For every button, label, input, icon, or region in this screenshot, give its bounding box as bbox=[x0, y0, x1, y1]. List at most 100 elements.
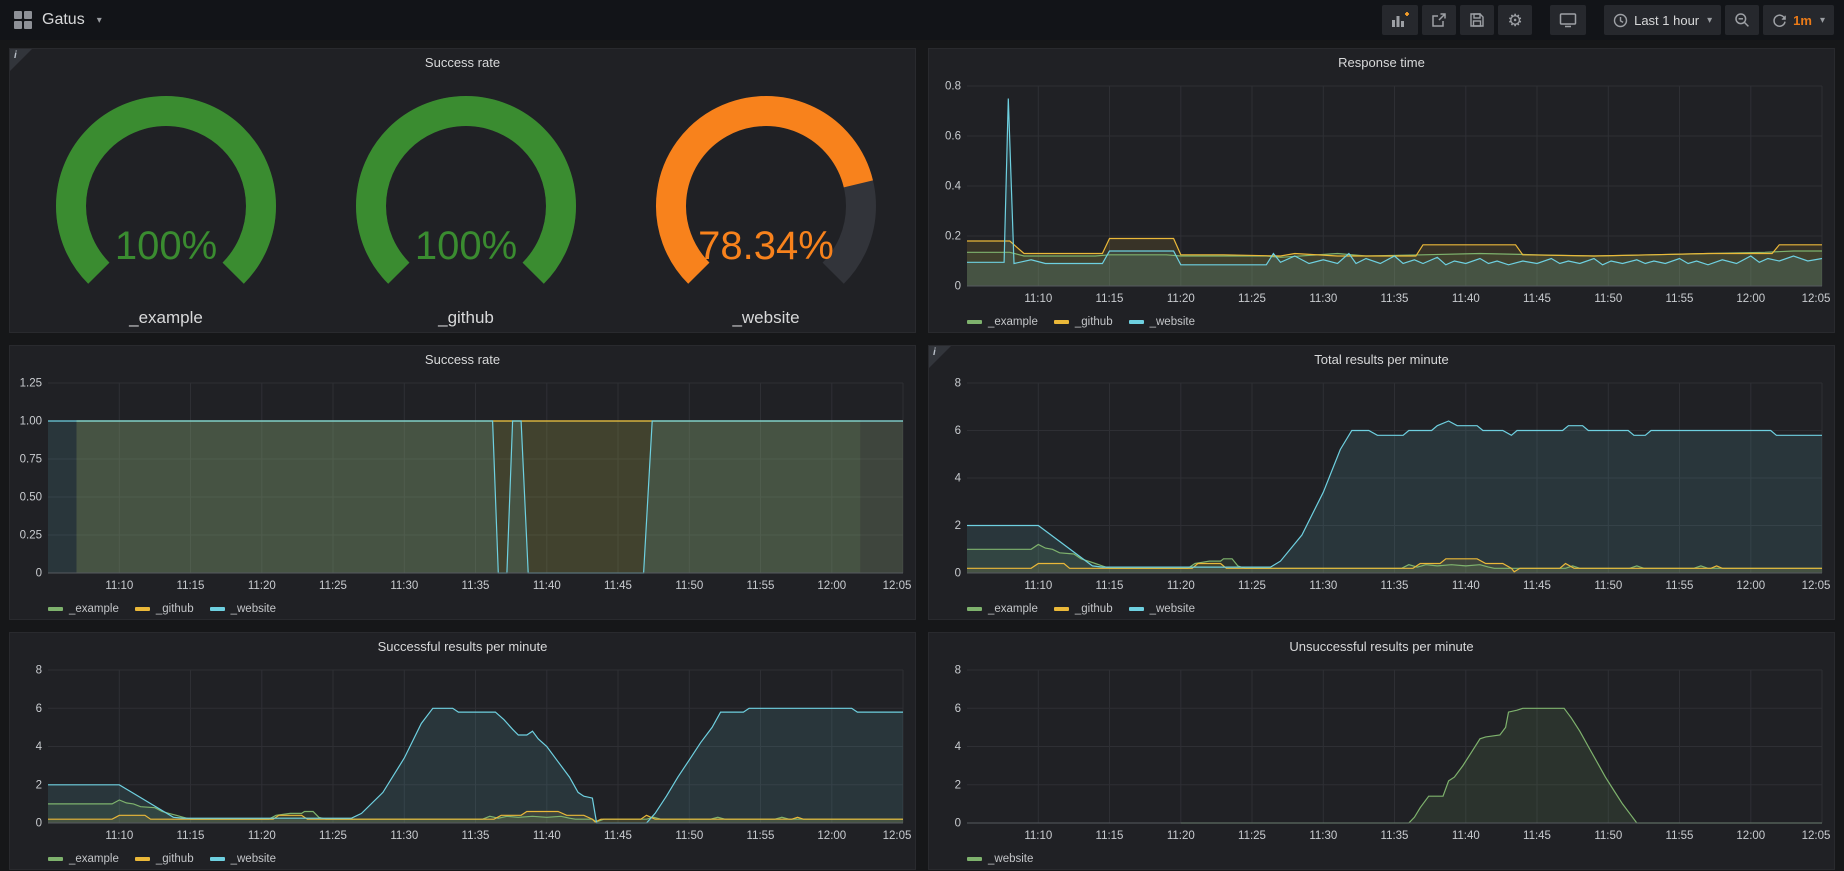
panel-title-text: Successful results per minute bbox=[378, 639, 548, 654]
chart-legend: _website bbox=[929, 845, 1834, 869]
legend-swatch bbox=[210, 857, 225, 861]
svg-text:11:45: 11:45 bbox=[604, 830, 632, 842]
gauge-label: _github bbox=[438, 308, 494, 328]
grid-square bbox=[14, 21, 22, 29]
panel-title[interactable]: Unsuccessful results per minute bbox=[929, 633, 1834, 660]
tv-mode-button[interactable] bbox=[1550, 5, 1586, 35]
svg-text:11:30: 11:30 bbox=[1309, 830, 1337, 842]
svg-text:4: 4 bbox=[36, 741, 43, 753]
svg-text:11:55: 11:55 bbox=[747, 830, 775, 842]
svg-text:11:55: 11:55 bbox=[1666, 293, 1694, 305]
clock-icon bbox=[1613, 13, 1628, 28]
svg-text:0.4: 0.4 bbox=[945, 181, 962, 193]
svg-text:11:40: 11:40 bbox=[1452, 293, 1480, 305]
legend-label: _github bbox=[1075, 316, 1113, 328]
svg-text:11:55: 11:55 bbox=[1666, 830, 1694, 842]
svg-text:12:00: 12:00 bbox=[1736, 830, 1765, 842]
save-button[interactable] bbox=[1460, 5, 1494, 35]
svg-text:11:55: 11:55 bbox=[747, 580, 775, 592]
apps-grid-icon[interactable] bbox=[14, 11, 32, 29]
legend-item-_example[interactable]: _example bbox=[48, 853, 119, 865]
svg-text:12:00: 12:00 bbox=[1736, 293, 1765, 305]
svg-text:11:25: 11:25 bbox=[1238, 293, 1266, 305]
legend-item-_example[interactable]: _example bbox=[967, 603, 1038, 615]
panel-title[interactable]: Success rate bbox=[10, 49, 915, 76]
chart-area: 11:1011:1511:2011:2511:3011:3511:4011:45… bbox=[929, 373, 1834, 595]
legend-swatch bbox=[1054, 320, 1069, 324]
svg-text:11:25: 11:25 bbox=[1238, 830, 1266, 842]
svg-text:2: 2 bbox=[955, 520, 961, 532]
gauge-_website: 78.34%_website bbox=[616, 81, 916, 328]
svg-text:0: 0 bbox=[955, 818, 961, 830]
svg-text:0.50: 0.50 bbox=[20, 492, 42, 504]
gauge-value: 100% bbox=[115, 224, 217, 268]
svg-text:2: 2 bbox=[36, 779, 42, 791]
chart-legend: _example _github _website bbox=[929, 595, 1834, 619]
panel-title[interactable]: Response time bbox=[929, 49, 1834, 76]
legend-item-_website[interactable]: _website bbox=[210, 603, 276, 615]
grid-square bbox=[24, 21, 32, 29]
legend-label: _example bbox=[988, 316, 1038, 328]
panel-title[interactable]: Successful results per minute bbox=[10, 633, 915, 660]
legend-item-_github[interactable]: _github bbox=[135, 853, 194, 865]
share-button[interactable] bbox=[1422, 5, 1456, 35]
legend-item-_website[interactable]: _website bbox=[1129, 316, 1195, 328]
zoom-out-button[interactable] bbox=[1725, 5, 1759, 35]
svg-text:11:50: 11:50 bbox=[675, 830, 703, 842]
svg-text:11:45: 11:45 bbox=[1523, 293, 1551, 305]
caret-down-icon: ▾ bbox=[1820, 15, 1825, 26]
svg-text:11:20: 11:20 bbox=[248, 830, 276, 842]
legend-item-_website[interactable]: _website bbox=[210, 853, 276, 865]
panel-title[interactable]: Success rate bbox=[10, 346, 915, 373]
svg-text:12:00: 12:00 bbox=[1736, 580, 1765, 592]
panel-title[interactable]: Total results per minute bbox=[929, 346, 1834, 373]
legend-label: _website bbox=[231, 603, 276, 615]
svg-text:11:35: 11:35 bbox=[1381, 830, 1409, 842]
svg-text:11:25: 11:25 bbox=[319, 580, 347, 592]
legend-item-_example[interactable]: _example bbox=[967, 316, 1038, 328]
svg-text:11:25: 11:25 bbox=[1238, 580, 1266, 592]
panel-info-icon[interactable]: i bbox=[929, 346, 951, 368]
svg-text:11:10: 11:10 bbox=[105, 580, 133, 592]
dashboard-title[interactable]: Gatus bbox=[42, 11, 85, 29]
legend-label: _example bbox=[988, 603, 1038, 615]
svg-text:0.25: 0.25 bbox=[20, 530, 42, 542]
svg-text:11:25: 11:25 bbox=[319, 830, 347, 842]
caret-down-icon[interactable]: ▾ bbox=[97, 15, 102, 26]
svg-text:6: 6 bbox=[955, 425, 961, 437]
svg-text:11:10: 11:10 bbox=[1024, 293, 1052, 305]
svg-text:0: 0 bbox=[36, 568, 42, 580]
svg-text:11:20: 11:20 bbox=[248, 580, 276, 592]
svg-text:8: 8 bbox=[36, 665, 42, 677]
svg-text:11:30: 11:30 bbox=[1309, 580, 1337, 592]
dashboard-grid: Success rate 100% _example 100% _github 78.3… bbox=[0, 40, 1844, 871]
time-range-picker[interactable]: Last 1 hour ▾ bbox=[1604, 5, 1721, 35]
legend-item-_github[interactable]: _github bbox=[1054, 603, 1113, 615]
legend-swatch bbox=[135, 607, 150, 611]
svg-text:11:45: 11:45 bbox=[604, 580, 632, 592]
svg-text:4: 4 bbox=[955, 473, 962, 485]
chart-legend: _example _github _website bbox=[929, 308, 1834, 332]
gauge-value: 100% bbox=[415, 224, 517, 268]
legend-item-_example[interactable]: _example bbox=[48, 603, 119, 615]
refresh-picker[interactable]: 1m ▾ bbox=[1763, 5, 1834, 35]
svg-text:0.8: 0.8 bbox=[945, 81, 961, 93]
gauge-label: _example bbox=[129, 308, 203, 328]
gauge-arc: 78.34% bbox=[616, 81, 916, 306]
chart-area: 11:1011:1511:2011:2511:3011:3511:4011:45… bbox=[929, 76, 1834, 308]
zoom-out-icon bbox=[1734, 12, 1750, 28]
svg-text:11:50: 11:50 bbox=[1594, 580, 1622, 592]
legend-item-_website[interactable]: _website bbox=[967, 853, 1033, 865]
chart-legend: _example _github _website bbox=[10, 595, 915, 619]
svg-text:11:30: 11:30 bbox=[390, 580, 418, 592]
refresh-interval-label: 1m bbox=[1793, 13, 1812, 28]
legend-item-_website[interactable]: _website bbox=[1129, 603, 1195, 615]
svg-text:12:05: 12:05 bbox=[883, 830, 912, 842]
settings-button[interactable]: ⚙ bbox=[1498, 5, 1532, 35]
legend-item-_github[interactable]: _github bbox=[1054, 316, 1113, 328]
panel-title-text: Success rate bbox=[425, 55, 500, 70]
legend-item-_github[interactable]: _github bbox=[135, 603, 194, 615]
panel-success-rate-gauges: Success rate 100% _example 100% _github 78.3… bbox=[9, 48, 916, 333]
add-panel-button[interactable] bbox=[1382, 5, 1418, 35]
panel-info-icon[interactable]: i bbox=[10, 49, 32, 71]
